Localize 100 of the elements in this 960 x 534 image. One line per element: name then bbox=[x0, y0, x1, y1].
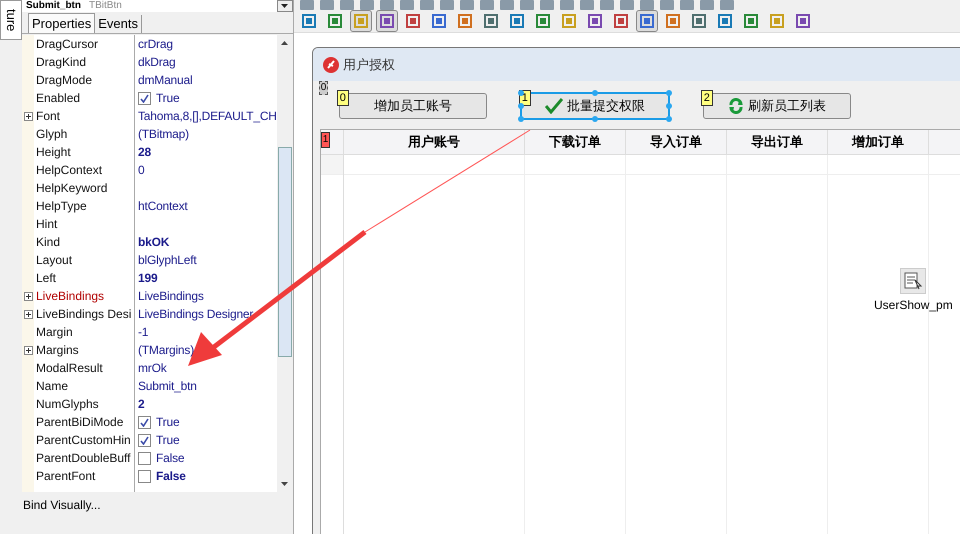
side-tab[interactable]: ture bbox=[0, 0, 22, 40]
toolbar-icon[interactable] bbox=[420, 0, 434, 10]
selection-handle[interactable] bbox=[518, 103, 524, 109]
property-name: Left bbox=[36, 271, 56, 285]
toolbar-icon[interactable] bbox=[640, 0, 654, 10]
component-name: Submit_btn bbox=[26, 0, 81, 12]
scroll-down-icon[interactable] bbox=[281, 482, 288, 486]
property-value: LiveBindings bbox=[138, 288, 204, 305]
toolbar-icon[interactable] bbox=[440, 0, 454, 10]
property-value: -1 bbox=[138, 324, 148, 341]
component-label: UserShow_pm bbox=[874, 297, 953, 314]
property-name: ParentDoubleBuff bbox=[36, 451, 131, 465]
property-value: False bbox=[156, 468, 186, 485]
dropdown-arrow-icon bbox=[281, 4, 288, 8]
toolbar-icon[interactable] bbox=[560, 0, 574, 10]
toolbar-icon[interactable] bbox=[540, 0, 554, 10]
property-name: LiveBindings Desi bbox=[36, 307, 132, 321]
property-name: ParentCustomHin bbox=[36, 433, 131, 447]
property-value: LiveBindings Designer bbox=[138, 306, 254, 323]
property-value: (TBitmap) bbox=[138, 126, 189, 143]
toolbar-icon[interactable] bbox=[400, 0, 414, 10]
property-name: ParentFont bbox=[36, 469, 96, 483]
property-name: Height bbox=[36, 145, 71, 159]
dropdown-button[interactable] bbox=[276, 0, 293, 12]
property-value: True bbox=[156, 90, 180, 107]
checkbox[interactable] bbox=[138, 470, 151, 482]
app-icon bbox=[322, 56, 339, 72]
inspector-tab[interactable]: Events bbox=[95, 15, 142, 33]
property-name: Margins bbox=[36, 343, 79, 357]
scroll-up-icon[interactable] bbox=[281, 41, 288, 45]
column-header: 导入订单 bbox=[650, 133, 702, 152]
component-type: TBitBtn bbox=[89, 0, 122, 12]
checkbox[interactable] bbox=[138, 92, 151, 104]
toolbar-icon[interactable] bbox=[520, 0, 534, 10]
toolbar-button[interactable] bbox=[376, 10, 398, 32]
property-value: mrOk bbox=[138, 360, 167, 377]
toolbar-icon[interactable] bbox=[300, 0, 314, 10]
toolbar-icon[interactable] bbox=[700, 0, 714, 10]
inspector-tab[interactable]: Properties bbox=[28, 13, 96, 33]
checkbox[interactable] bbox=[138, 452, 151, 464]
selection-handle[interactable] bbox=[518, 116, 524, 122]
toolbar-icon[interactable] bbox=[460, 0, 474, 10]
property-name: Layout bbox=[36, 253, 72, 267]
tab-order-badge: 0 bbox=[318, 81, 328, 95]
toolbar-icon[interactable] bbox=[680, 0, 694, 10]
column-header: 增加订单 bbox=[852, 133, 904, 152]
toolbar-icon[interactable] bbox=[500, 0, 514, 10]
property-value: Tahoma,8,[],DEFAULT_CH bbox=[138, 108, 277, 125]
property-value: blGlyphLeft bbox=[138, 252, 197, 269]
property-name: Enabled bbox=[36, 91, 80, 105]
property-value: htContext bbox=[138, 198, 188, 215]
property-name: DragMode bbox=[36, 73, 92, 87]
row-indicator[interactable] bbox=[320, 155, 343, 175]
check-icon bbox=[544, 98, 563, 114]
property-value: True bbox=[156, 414, 180, 431]
column-header: 用户账号 bbox=[408, 133, 460, 152]
toolbar-button[interactable] bbox=[636, 10, 658, 32]
tab-order-badge: 2 bbox=[700, 90, 713, 106]
popup-menu-component-icon[interactable] bbox=[900, 268, 926, 294]
property-name: ModalResult bbox=[36, 361, 103, 375]
property-name: Glyph bbox=[36, 127, 68, 141]
property-name: LiveBindings bbox=[36, 289, 104, 303]
toolbar-icon[interactable] bbox=[620, 0, 634, 10]
property-name: Kind bbox=[36, 235, 60, 249]
property-name: HelpType bbox=[36, 199, 87, 213]
expand-icon[interactable] bbox=[24, 292, 32, 300]
toolbar-icon[interactable] bbox=[380, 0, 394, 10]
toolbar-icon[interactable] bbox=[660, 0, 674, 10]
property-value: dkDrag bbox=[138, 54, 176, 71]
toolbar-icon[interactable] bbox=[320, 0, 334, 10]
form-title: 用户授权 bbox=[342, 56, 395, 74]
toolbar-icon[interactable] bbox=[480, 0, 494, 10]
column-header: 下载订单 bbox=[548, 133, 601, 152]
toolbar-icon[interactable] bbox=[580, 0, 594, 10]
property-value: 28 bbox=[138, 144, 151, 161]
property-name: ParentBiDiMode bbox=[36, 415, 124, 429]
tab-order-badge: 1 bbox=[320, 132, 330, 148]
expand-icon[interactable] bbox=[24, 310, 32, 318]
toolbar-icon[interactable] bbox=[600, 0, 614, 10]
property-value: True bbox=[156, 432, 180, 449]
property-name: HelpContext bbox=[36, 163, 102, 177]
bind-visually-link[interactable]: Bind Visually... bbox=[23, 498, 101, 512]
property-value: 0 bbox=[138, 162, 144, 179]
toolbar-icon[interactable] bbox=[360, 0, 374, 10]
property-name: NumGlyphs bbox=[36, 397, 99, 411]
checkbox[interactable] bbox=[138, 416, 151, 428]
property-name: HelpKeyword bbox=[36, 181, 108, 195]
toolbar-icon[interactable] bbox=[340, 0, 354, 10]
expand-icon[interactable] bbox=[24, 112, 32, 120]
tab-order-badge: 0 bbox=[336, 90, 349, 106]
toolbar-button[interactable] bbox=[350, 10, 372, 32]
toolbar-icon[interactable] bbox=[720, 0, 734, 10]
property-value: 2 bbox=[138, 396, 144, 413]
column-header: 导出订单 bbox=[750, 133, 803, 152]
property-value: 199 bbox=[138, 270, 158, 287]
selection-handle[interactable] bbox=[518, 90, 524, 96]
property-value: crDrag bbox=[138, 36, 173, 53]
checkbox[interactable] bbox=[138, 434, 151, 446]
expand-icon[interactable] bbox=[24, 346, 32, 354]
component-selector[interactable]: Submit_btn TBitBtn bbox=[22, 0, 277, 12]
